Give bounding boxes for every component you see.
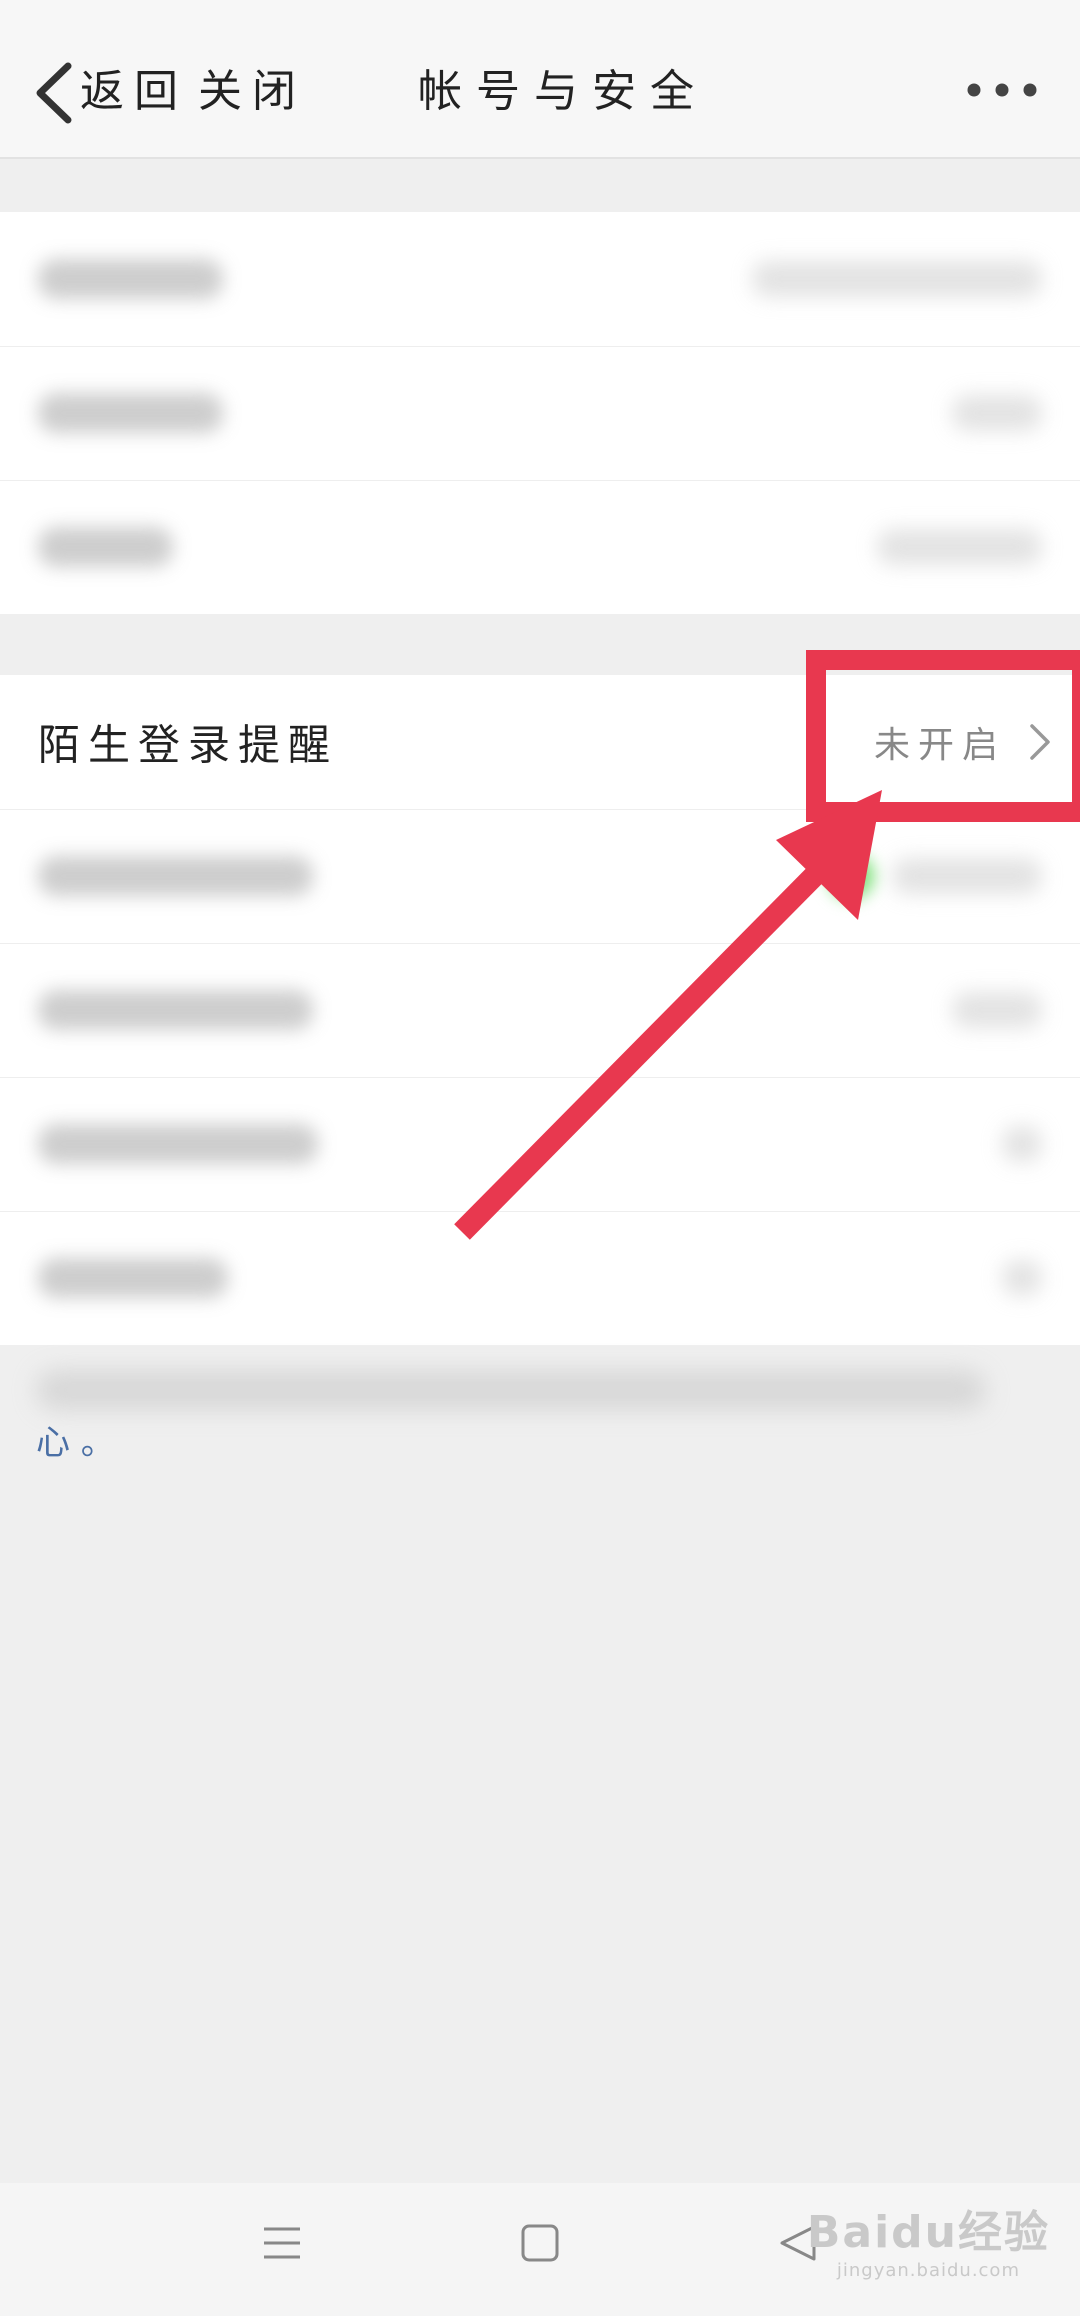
menu-lines-icon[interactable] <box>262 2223 302 2263</box>
square-home-icon[interactable] <box>520 2223 560 2263</box>
watermark-brand: Baidu经验 <box>806 2207 1050 2258</box>
watermark-url: jingyan.baidu.com <box>836 2260 1020 2281</box>
annotation-arrow-icon <box>454 790 882 1240</box>
baidu-watermark: Baidu经验 jingyan.baidu.com <box>807 2196 1050 2281</box>
